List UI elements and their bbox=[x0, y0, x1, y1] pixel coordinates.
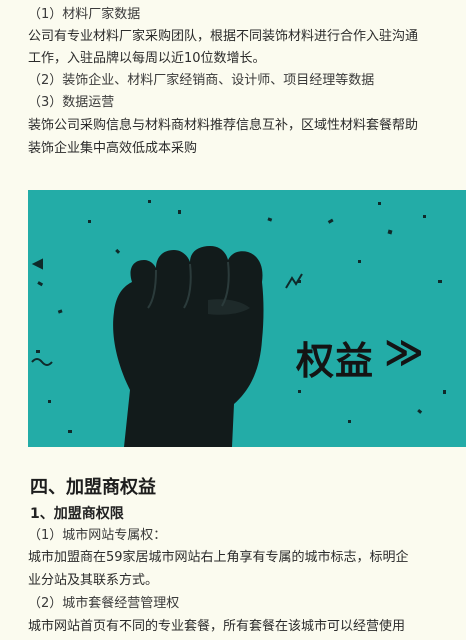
item2-title: （2）装饰企业、材料厂家经销商、设计师、项目经理等数据 bbox=[28, 73, 375, 88]
item3-title: （3）数据运营 bbox=[28, 95, 115, 110]
banner-graphic bbox=[31, 200, 446, 447]
item1-line2: 工作，入驻品牌以每周以近10位数增长。 bbox=[28, 51, 266, 66]
rights-banner: 权益 ≫ bbox=[28, 190, 466, 447]
top-text-section: （1）材料厂家数据 公司有专业材料厂家采购团队，根据不同装饰材料进行合作入驻沟通… bbox=[0, 0, 466, 190]
item1-line1: 公司有专业材料厂家采购团队，根据不同装饰材料进行合作入驻沟通 bbox=[28, 29, 419, 44]
section-heading: 四、加盟商权益 bbox=[30, 477, 156, 498]
item3-line2: 装饰企业集中高效低成本采购 bbox=[28, 141, 198, 156]
privilege1-line1: 城市加盟商在59家居城市网站右上角享有专属的城市标志，标明企 bbox=[28, 550, 409, 565]
item3-line1: 装饰公司采购信息与材料商材料推荐信息互补，区域性材料套餐帮助 bbox=[28, 118, 419, 133]
privilege1-title: （1）城市网站专属权： bbox=[28, 528, 167, 543]
banner-title: 权益 bbox=[296, 339, 375, 383]
raised-fist-icon bbox=[113, 246, 264, 447]
item1-title: （1）材料厂家数据 bbox=[28, 7, 141, 22]
privilege1-line2: 业分站及其联系方式。 bbox=[28, 573, 159, 588]
sub-heading: 1、加盟商权限 bbox=[30, 506, 124, 522]
double-chevron-icon: ≫ bbox=[384, 330, 424, 374]
privilege2-line1: 城市网站首页有不同的专业套餐，所有套餐在该城市可以经营使用 bbox=[28, 619, 406, 634]
privilege2-title: （2）城市套餐经营管理权 bbox=[28, 596, 180, 611]
bottom-text-section: 四、加盟商权益 1、加盟商权限 （1）城市网站专属权： 城市加盟商在59家居城市… bbox=[0, 447, 466, 640]
